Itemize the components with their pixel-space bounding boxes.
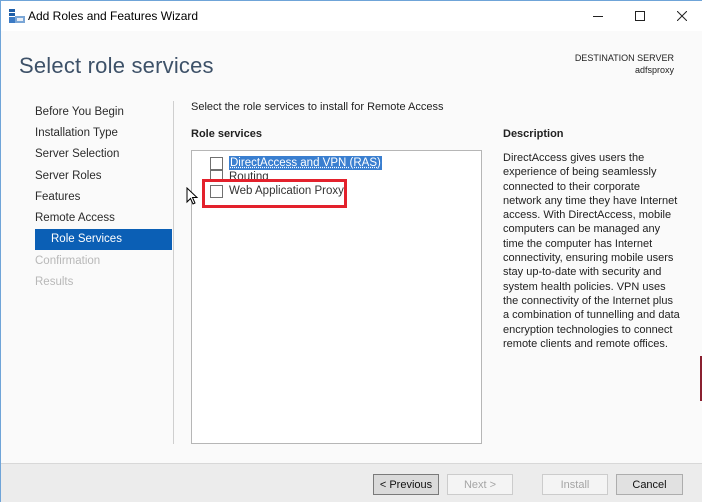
page-title: Select role services [19, 53, 214, 78]
nav-item-server-selection[interactable]: Server Selection [35, 144, 119, 164]
close-button[interactable] [659, 1, 702, 31]
instruction-text: Select the role services to install for … [191, 101, 444, 113]
nav-divider [173, 101, 174, 444]
list-item-web-application-proxy[interactable]: Web Application Proxy [210, 184, 344, 198]
minimize-button[interactable] [575, 1, 621, 31]
wizard-header: Select role services DESTINATION SERVER … [1, 31, 702, 93]
cancel-button[interactable]: Cancel [616, 474, 683, 495]
role-services-list[interactable]: DirectAccess and VPN (RAS) Routing Web A… [191, 150, 482, 444]
description-heading: Description [503, 128, 564, 140]
install-button[interactable]: Install [542, 474, 608, 495]
nav-item-role-services[interactable]: Role Services [35, 229, 172, 250]
nav-item-remote-access[interactable]: Remote Access [35, 208, 115, 228]
destination-server-value: adfsproxy [634, 65, 674, 75]
maximize-button[interactable] [617, 1, 663, 31]
description-text: DirectAccess gives users the experience … [503, 152, 680, 350]
nav-item-features[interactable]: Features [35, 187, 80, 207]
list-item-label: Web Application Proxy [229, 185, 344, 197]
nav-item-confirmation: Confirmation [35, 255, 101, 267]
list-item-directaccess-vpn[interactable]: DirectAccess and VPN (RAS) [210, 156, 382, 170]
next-button[interactable]: Next > [447, 474, 513, 495]
routing-checkbox[interactable] [210, 170, 223, 179]
list-item-routing[interactable]: Routing [210, 170, 269, 179]
list-item-label: DirectAccess and VPN (RAS) [229, 156, 382, 170]
server-manager-icon [9, 9, 25, 23]
directaccess-vpn-checkbox[interactable] [210, 156, 223, 170]
wizard-window: Add Roles and Features Wizard Select rol… [0, 0, 702, 502]
list-item-label: Routing [229, 171, 269, 179]
close-icon [677, 11, 687, 21]
role-services-heading: Role services [191, 128, 262, 140]
maximize-icon [635, 11, 645, 21]
minimize-icon [593, 11, 603, 21]
nav-item-installation-type[interactable]: Installation Type [35, 123, 118, 143]
web-application-proxy-checkbox[interactable] [210, 184, 223, 198]
nav-item-before-you-begin[interactable]: Before You Begin [35, 102, 124, 122]
mouse-cursor-icon [186, 186, 200, 207]
previous-button[interactable]: < Previous [373, 474, 439, 495]
destination-server-label: DESTINATION SERVER [574, 53, 674, 63]
wizard-footer: < Previous Next > Install Cancel [1, 463, 702, 502]
nav-item-server-roles[interactable]: Server Roles [35, 166, 101, 186]
title-bar[interactable]: Add Roles and Features Wizard [1, 1, 702, 31]
nav-item-results: Results [35, 276, 74, 288]
window-title: Add Roles and Features Wizard [28, 9, 199, 23]
